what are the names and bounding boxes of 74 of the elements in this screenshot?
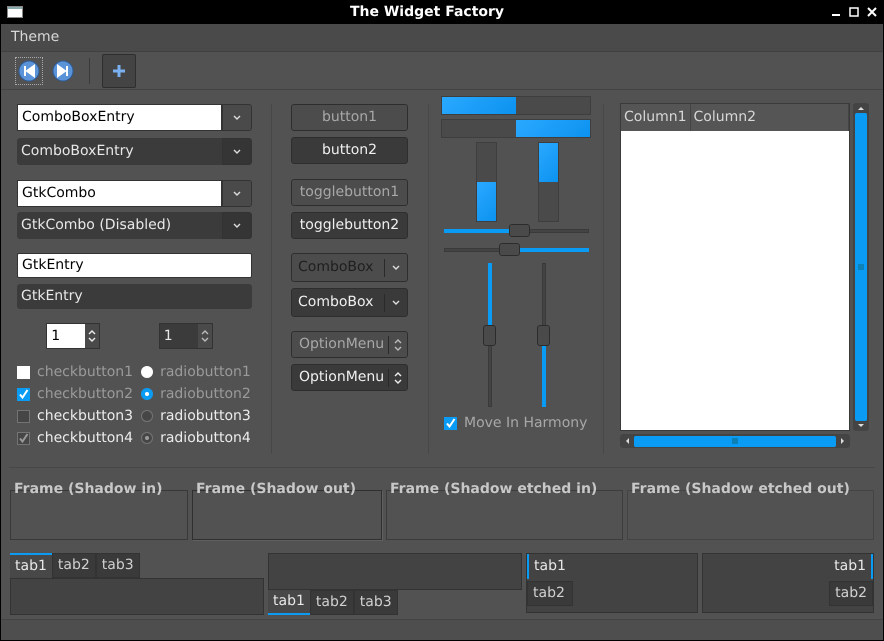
slider-thumb[interactable] bbox=[499, 243, 520, 256]
column-header[interactable]: Column2 bbox=[690, 104, 849, 131]
check-icon bbox=[18, 388, 29, 400]
checkbox-label: Move In Harmony bbox=[464, 414, 588, 433]
close-icon[interactable] bbox=[867, 7, 877, 17]
toolbar-button[interactable] bbox=[102, 54, 136, 88]
combo-entry-field[interactable]: GtkCombo bbox=[17, 180, 222, 207]
up-down-icon bbox=[200, 329, 209, 343]
slider-thumb[interactable] bbox=[483, 325, 496, 346]
option-menu[interactable]: OptionMenu bbox=[291, 364, 408, 391]
tab[interactable]: tab1 bbox=[827, 554, 873, 579]
spin-button[interactable]: 1 bbox=[46, 323, 100, 349]
radio-label: radiobutton4 bbox=[160, 428, 251, 448]
chevron-down-icon bbox=[233, 222, 241, 228]
tab[interactable]: tab2 bbox=[527, 581, 573, 606]
chevron-down-icon bbox=[392, 264, 400, 270]
chevron-down-icon bbox=[233, 148, 241, 154]
horizontal-scrollbar[interactable] bbox=[620, 434, 850, 448]
checkbox-label: checkbutton3 bbox=[37, 406, 134, 426]
skip-back-icon bbox=[18, 60, 40, 82]
frame-label: Frame (Shadow etched in) bbox=[389, 480, 598, 498]
slider[interactable] bbox=[537, 263, 551, 407]
radio-label: radiobutton1 bbox=[160, 362, 251, 382]
frame-label: Frame (Shadow etched out) bbox=[630, 480, 851, 498]
radio-button[interactable] bbox=[141, 366, 154, 378]
radio-label: radiobutton2 bbox=[160, 384, 251, 404]
checkbox[interactable] bbox=[17, 366, 30, 378]
grip-icon bbox=[732, 438, 738, 444]
tab[interactable]: tab1 bbox=[268, 590, 310, 615]
plus-icon bbox=[111, 62, 127, 78]
check-icon bbox=[445, 418, 456, 429]
radio-label: radiobutton3 bbox=[160, 406, 251, 426]
slider-thumb[interactable] bbox=[509, 224, 530, 237]
window-title: The Widget Factory bbox=[348, 2, 506, 22]
slider-thumb[interactable] bbox=[537, 325, 550, 346]
text-field[interactable]: GtkEntry bbox=[17, 253, 252, 278]
checkbox[interactable] bbox=[444, 417, 457, 430]
tree-view[interactable]: Column1 Column2 bbox=[620, 103, 850, 431]
up-down-icon bbox=[88, 329, 96, 343]
maximize-icon[interactable] bbox=[849, 7, 859, 17]
chevron-down-icon bbox=[233, 190, 241, 196]
push-button[interactable]: button2 bbox=[291, 137, 408, 164]
slider[interactable] bbox=[444, 243, 589, 257]
tab[interactable]: tab3 bbox=[96, 553, 140, 578]
skip-forward-icon bbox=[52, 60, 74, 82]
column-header[interactable]: Column1 bbox=[621, 104, 691, 131]
menu-item[interactable]: Theme bbox=[11, 27, 60, 48]
toggle-button[interactable]: togglebutton2 bbox=[291, 212, 408, 239]
check-icon bbox=[18, 432, 29, 444]
checkbox-label: checkbutton2 bbox=[37, 384, 134, 404]
chevron-down-icon bbox=[233, 114, 241, 120]
checkbox-label: checkbutton1 bbox=[37, 362, 134, 382]
tab[interactable]: tab3 bbox=[354, 590, 398, 615]
window-icon bbox=[7, 6, 23, 18]
radio-button[interactable] bbox=[141, 388, 154, 400]
frame-label: Frame (Shadow out) bbox=[195, 480, 357, 498]
checkbox-label: checkbutton4 bbox=[37, 428, 134, 448]
slider[interactable] bbox=[483, 263, 497, 407]
tab[interactable]: tab2 bbox=[52, 553, 96, 578]
checkbox[interactable] bbox=[17, 388, 30, 400]
combo-entry-field[interactable]: ComboBoxEntry bbox=[17, 104, 222, 131]
tab[interactable]: tab2 bbox=[829, 581, 873, 606]
frame-label: Frame (Shadow in) bbox=[13, 480, 164, 498]
toolbar-button[interactable] bbox=[15, 56, 43, 84]
tab[interactable]: tab2 bbox=[310, 590, 354, 615]
up-down-icon bbox=[394, 338, 402, 352]
chevron-down-icon bbox=[392, 300, 400, 306]
tab[interactable]: tab1 bbox=[527, 554, 573, 579]
tab[interactable]: tab1 bbox=[10, 553, 52, 578]
grip-icon bbox=[858, 264, 864, 270]
slider[interactable] bbox=[444, 224, 589, 238]
vertical-scrollbar[interactable] bbox=[853, 103, 869, 431]
up-down-icon bbox=[394, 370, 402, 384]
combo-box[interactable]: ComboBox bbox=[291, 288, 408, 317]
